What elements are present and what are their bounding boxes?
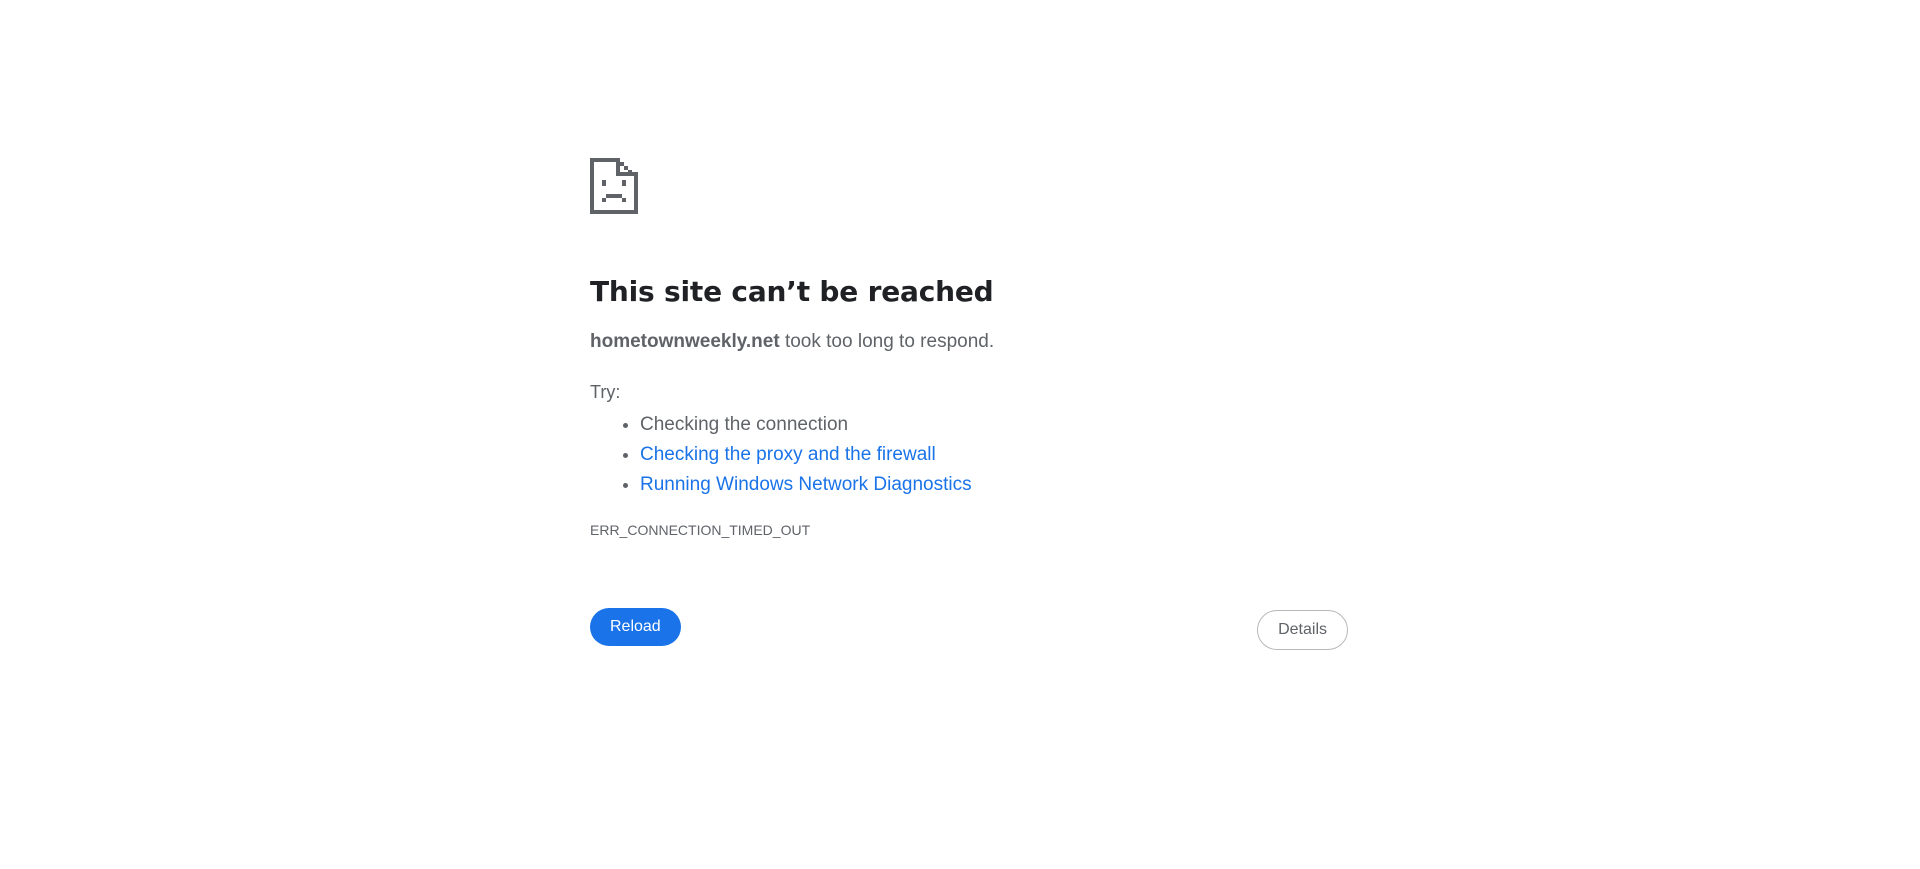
suggestion-check-connection: Checking the connection: [640, 414, 849, 435]
sad-document-icon: [590, 158, 1348, 214]
page-title: This site can’t be reached: [590, 275, 994, 308]
button-row: Reload Details: [590, 608, 1348, 650]
suggestions-list: Checking the connection Checking the pro…: [590, 410, 1348, 500]
suggestion-link-network-diagnostics[interactable]: Running Windows Network Diagnostics: [640, 474, 972, 495]
list-item: Checking the connection: [640, 410, 1348, 440]
try-label: Try:: [590, 382, 621, 402]
error-code: ERR_CONNECTION_TIMED_OUT: [590, 522, 811, 538]
list-item: Checking the proxy and the firewall: [640, 440, 1348, 470]
host-name: hometownweekly.net: [590, 331, 780, 352]
reload-button[interactable]: Reload: [590, 608, 681, 646]
list-item: Running Windows Network Diagnostics: [640, 470, 1348, 500]
details-button[interactable]: Details: [1257, 610, 1348, 650]
error-summary: hometownweekly.net took too long to resp…: [590, 330, 1348, 354]
error-message: took too long to respond.: [779, 331, 995, 352]
error-page: This site can’t be reached hometownweekl…: [590, 158, 1348, 650]
suggestion-link-proxy-firewall[interactable]: Checking the proxy and the firewall: [640, 444, 936, 465]
